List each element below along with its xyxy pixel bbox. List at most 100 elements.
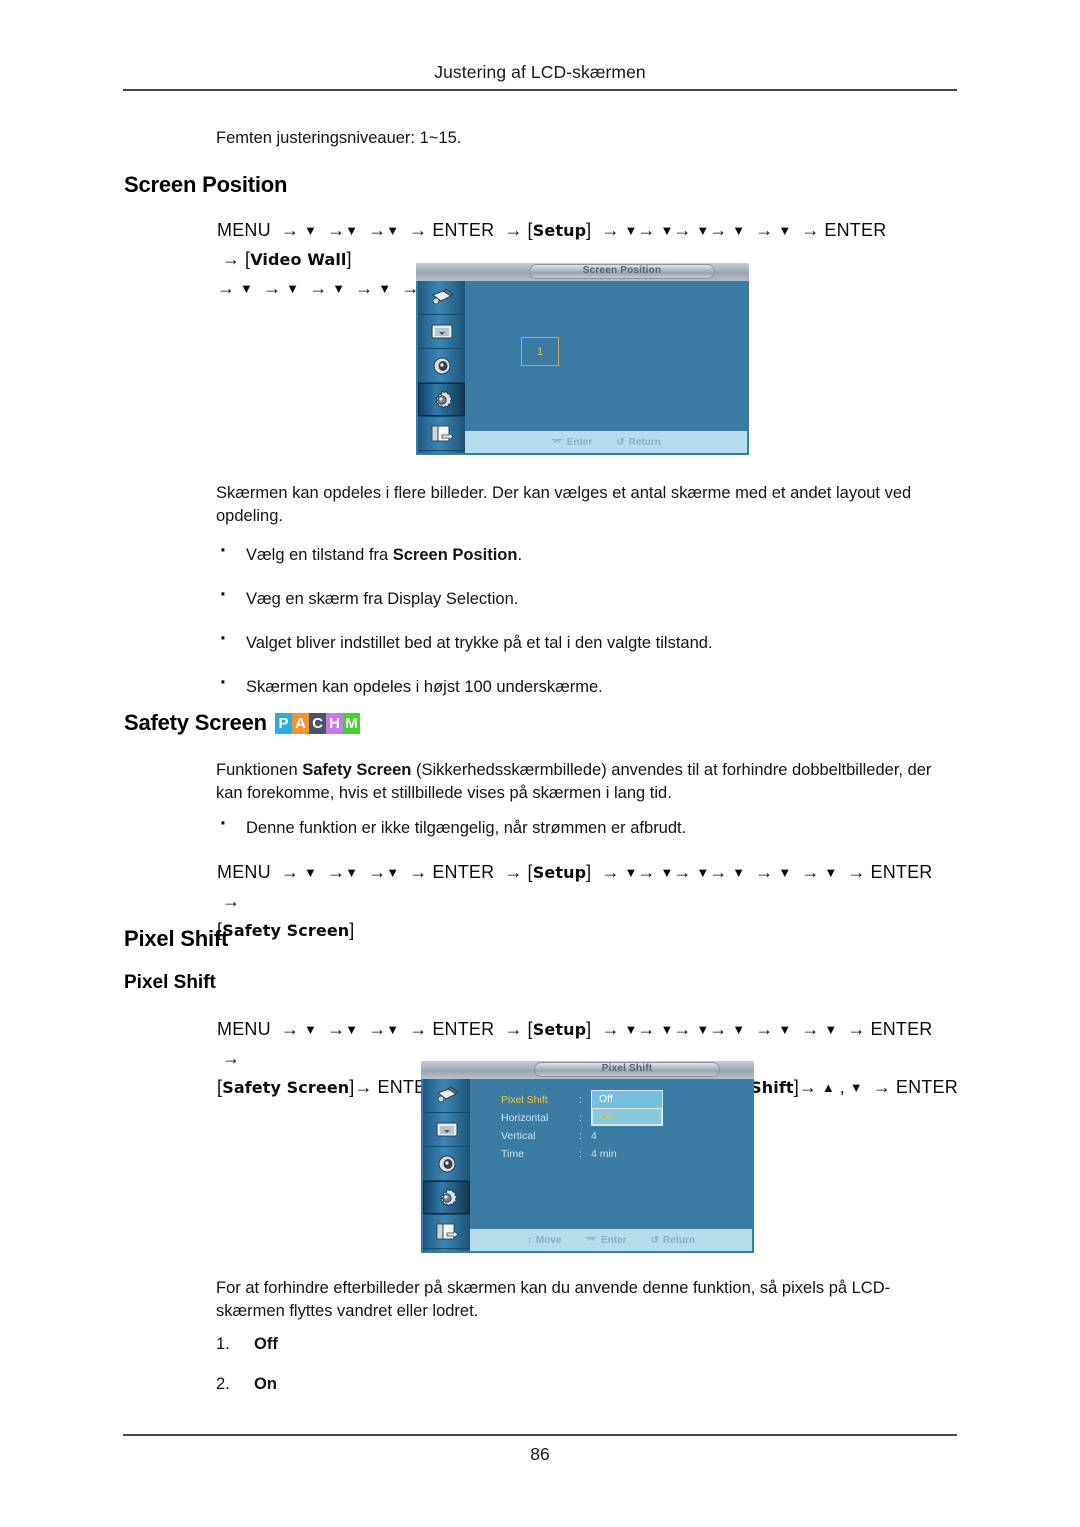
menu-item-colon: : (579, 1094, 582, 1106)
menu-item-time[interactable]: Time : 4 min (501, 1145, 617, 1163)
bullet-post: . (517, 546, 523, 564)
return-label: Return (662, 1234, 696, 1246)
osd-footer-enter: ⌤ Enter (551, 437, 592, 448)
token-setup: Setup (532, 863, 587, 882)
move-label: Move (535, 1234, 562, 1246)
bullet-text: Valget bliver indstillet bed at trykke p… (246, 634, 713, 652)
setup-gear-icon[interactable] (423, 1181, 470, 1215)
token-setup: Setup (532, 221, 587, 240)
list-item: Vælg en tilstand fra Screen Position. (216, 540, 956, 566)
menu-item-colon: : (579, 1130, 582, 1142)
menu-item-colon: : (579, 1148, 582, 1160)
sound-speaker-icon[interactable] (418, 349, 465, 383)
picture-display-icon[interactable] (418, 315, 465, 349)
return-icon: ↺ (650, 1234, 659, 1246)
osd-pixel-shift: Pixel Shift Pixel Shift: Horizontal: V… (421, 1061, 754, 1253)
sound-speaker-icon[interactable] (423, 1147, 470, 1181)
subheading-pixel-shift: Pixel Shift (124, 972, 216, 993)
osd-sidebar (418, 281, 465, 453)
list-item: Denne funktion er ikke tilgængelig, når … (216, 813, 956, 839)
menu-item-label: Time (501, 1148, 524, 1160)
page-title-screen-position: Screen Position (124, 172, 288, 197)
footer-rule (123, 1434, 957, 1436)
manual-page: Justering af LCD-skærmen Femten justerin… (0, 0, 1080, 1527)
osd-footer-move: ↕ Move (527, 1235, 562, 1246)
return-icon: ↺ (616, 436, 625, 448)
picture-display-icon[interactable] (423, 1113, 470, 1147)
menu-item-value: 4 min (591, 1148, 617, 1160)
menu-label: MENU (217, 220, 271, 240)
dropdown-option-off[interactable]: Off (592, 1091, 662, 1108)
list-item: Skærmen kan opdeles i højst 100 underskæ… (216, 672, 956, 698)
page-number: 86 (530, 1444, 550, 1464)
osd-footer-enter: ⌤ Enter (585, 1235, 626, 1246)
bullet-list-screen-position: Vælg en tilstand fra Screen Position. Væ… (216, 540, 956, 721)
intro-line: Femten justeringsniveauer: 1~15. (216, 129, 462, 147)
pachm-letter-m: M (342, 713, 360, 734)
pixel-shift-dropdown[interactable]: Off On (591, 1090, 663, 1126)
osd-sidebar (423, 1079, 470, 1251)
pachm-letter-c: C (308, 713, 326, 734)
enter-label-2: ENTER (870, 862, 933, 882)
osd-footer-return: ↺ Return (651, 1235, 696, 1246)
dropdown-option-on[interactable]: On (592, 1108, 662, 1125)
bullet-list-safety-screen: Denne funktion er ikke tilgængelig, når … (216, 813, 956, 862)
move-icon: ↕ (526, 1234, 532, 1246)
page-title-pixel-shift: Pixel Shift (124, 926, 229, 951)
enter-icon: ⌤ (551, 436, 563, 448)
pachm-letter-h: H (325, 713, 343, 734)
numbered-list-pixel-shift: 1. Off 2. On (216, 1335, 278, 1415)
list-item: Valget bliver indstillet bed at trykke p… (216, 628, 956, 654)
enter-label-1: ENTER (432, 862, 495, 882)
paragraph-safety-screen: Funktionen Safety Screen (Sikkerhedsskær… (216, 759, 954, 805)
multi-control-icon[interactable] (423, 1215, 470, 1249)
enter-icon: ⌤ (585, 1234, 597, 1246)
paragraph-pixel-shift: For at forhindre efterbilleder på skærme… (216, 1279, 891, 1320)
token-safety-screen: Safety Screen (222, 1078, 350, 1097)
list-item: Væg en skærm fra Display Selection. (216, 584, 956, 610)
multi-control-icon[interactable] (418, 417, 465, 451)
menu-item-vertical[interactable]: Vertical : 4 (501, 1127, 617, 1145)
enter-label-1: ENTER (432, 1019, 495, 1039)
enter-label: Enter (600, 1234, 627, 1246)
list-number: 1. (216, 1335, 230, 1353)
menu-item-label: Pixel Shift (501, 1094, 548, 1106)
osd-body: Pixel Shift : Horizontal : Vertical : 4 … (470, 1079, 752, 1229)
running-head: Justering af LCD-skærmen (434, 62, 646, 82)
osd-title: Pixel Shift (601, 1063, 653, 1074)
osd-screen-position: Screen Position 1 ⌤ Enter ↺ Return (416, 263, 749, 455)
osd-footer: ↕ Move ⌤ Enter ↺ Return (470, 1229, 752, 1251)
bullet-text: Skærmen kan opdeles i højst 100 underskæ… (246, 678, 603, 696)
pachm-badge: PACHM (274, 713, 360, 734)
list-label: Off (254, 1335, 278, 1353)
input-source-icon[interactable] (418, 281, 465, 315)
para-pre: Funktionen (216, 761, 303, 779)
menu-item-colon: : (579, 1112, 582, 1124)
enter-label-2: ENTER (870, 1019, 933, 1039)
osd-title: Screen Position (582, 265, 662, 276)
list-item: 1. Off (216, 1335, 278, 1354)
token-setup: Setup (532, 1020, 587, 1039)
setup-gear-icon[interactable] (418, 383, 465, 417)
token-video-wall: Video Wall (250, 250, 347, 269)
bullet-text: Væg en skærm fra Display Selection. (246, 590, 519, 608)
token-safety-screen: Safety Screen (222, 921, 350, 940)
menu-path-safety-screen: MENU → ▼ →▼ →▼ → ENTER → [Setup] → ▼→ ▼→… (217, 862, 933, 940)
pachm-letter-p: P (274, 713, 292, 734)
safety-screen-heading-text: Safety Screen (124, 710, 267, 735)
menu-item-label: Horizontal (501, 1112, 549, 1124)
paragraph-screen-position: Skærmen kan opdeles i flere billeder. De… (216, 484, 912, 525)
menu-label: MENU (217, 862, 271, 882)
list-number: 2. (216, 1375, 230, 1393)
input-source-icon[interactable] (423, 1079, 470, 1113)
enter-label: Enter (566, 436, 593, 448)
enter-label-2: ENTER (824, 220, 887, 240)
header-rule (123, 89, 957, 91)
return-label: Return (628, 436, 661, 448)
para-bold: Safety Screen (302, 761, 412, 779)
list-label: On (254, 1375, 277, 1393)
osd-footer: ⌤ Enter ↺ Return (465, 431, 747, 453)
enter-label-1: ENTER (432, 220, 495, 240)
screen-position-cell[interactable]: 1 (521, 337, 559, 366)
list-item: 2. On (216, 1375, 278, 1394)
